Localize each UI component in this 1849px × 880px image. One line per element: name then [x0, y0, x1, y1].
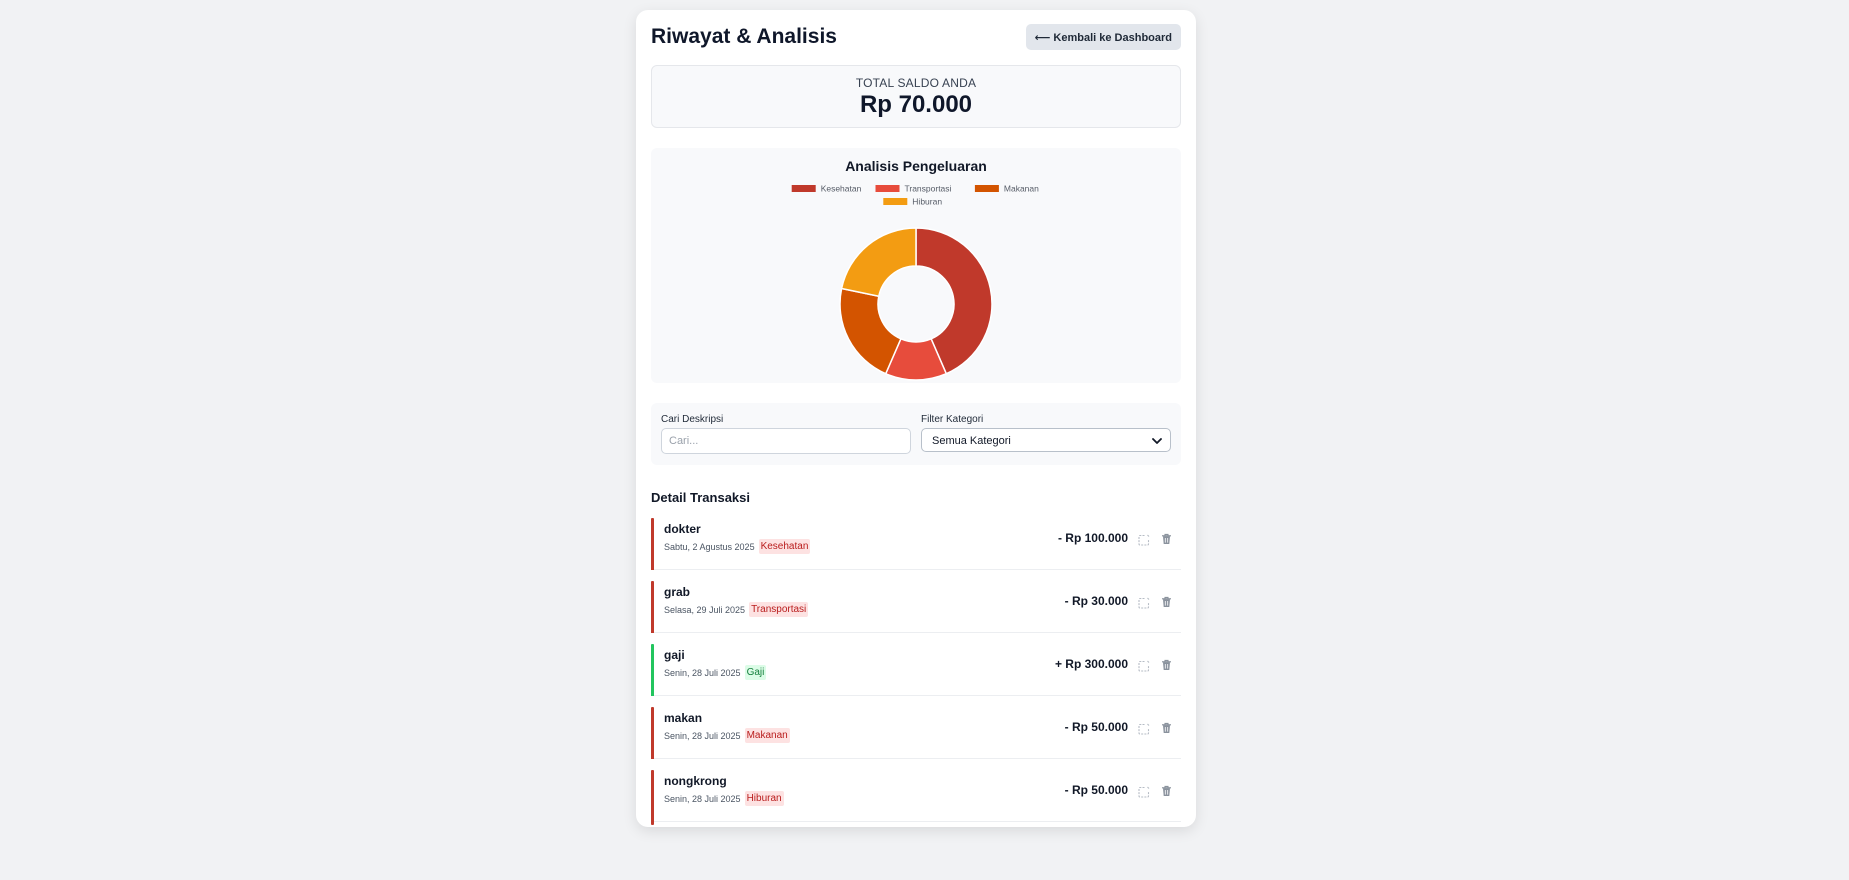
trash-icon[interactable] [1161, 595, 1172, 613]
trash-icon[interactable] [1161, 721, 1172, 739]
edit-icon[interactable] [1138, 533, 1150, 551]
transaction-title: nongkrong [664, 774, 727, 788]
trash-icon[interactable] [1161, 784, 1172, 802]
legend-swatch [883, 198, 908, 205]
chart-slice [839, 287, 902, 375]
transaction-title: makan [664, 711, 703, 725]
transactions-title: Detail Transaksi [651, 490, 750, 505]
category-badge: Hiburan [744, 791, 784, 806]
transaction-amount: - Rp 30.000 [1064, 594, 1128, 608]
legend-swatch [974, 185, 999, 192]
category-badge: Gaji [744, 665, 767, 680]
legend-label: Hiburan [912, 197, 942, 207]
category-filter-select[interactable]: Semua Kategori [921, 428, 1171, 452]
category-badge: Makanan [744, 728, 790, 743]
transaction-date: Senin, 28 Juli 2025 [664, 793, 741, 804]
transaction-date: Selasa, 29 Juli 2025 [664, 604, 746, 615]
expense-chart-panel: Analisis Pengeluaran Kesehatan Transporta… [651, 148, 1181, 383]
legend-label: Makanan [1004, 184, 1039, 194]
transaction-type-bar [651, 581, 654, 636]
transaction-amount: - Rp 50.000 [1064, 783, 1128, 797]
transaction-meta: Selasa, 29 Juli 2025 Transportasi [664, 602, 809, 617]
transaction-meta: Senin, 28 Juli 2025 Makanan [664, 728, 790, 743]
transaction-type-bar [651, 518, 654, 573]
transaction-row: makan Senin, 28 Juli 2025 Makanan - Rp 5… [651, 696, 1181, 762]
category-badge: Kesehatan [758, 539, 811, 554]
legend-label: Kesehatan [821, 184, 862, 194]
balance-summary: TOTAL SALDO ANDA Rp 70.000 [651, 65, 1181, 128]
trash-icon[interactable] [1161, 532, 1172, 550]
transaction-type-bar [651, 707, 654, 762]
transaction-meta: Senin, 28 Juli 2025 Hiburan [664, 791, 784, 806]
edit-icon[interactable] [1138, 596, 1150, 614]
page-title: Riwayat & Analisis [651, 25, 837, 48]
transaction-date: Senin, 28 Juli 2025 [664, 667, 741, 678]
transaction-row: nongkrong Senin, 28 Juli 2025 Hiburan - … [651, 759, 1181, 825]
balance-label: TOTAL SALDO ANDA [855, 76, 977, 90]
transaction-title: dokter [664, 522, 701, 536]
transaction-amount: - Rp 50.000 [1064, 720, 1128, 734]
transaction-date: Sabtu, 2 Agustus 2025 [664, 541, 755, 552]
edit-icon[interactable] [1138, 659, 1150, 677]
legend-label: Transportasi [905, 184, 952, 194]
transaction-type-bar [651, 770, 654, 825]
transaction-date: Senin, 28 Juli 2025 [664, 730, 741, 741]
transaction-title: gaji [664, 648, 685, 662]
transaction-meta: Sabtu, 2 Agustus 2025 Kesehatan [664, 539, 811, 554]
chart-slice [840, 227, 917, 298]
transaction-amount: - Rp 100.000 [1057, 531, 1128, 545]
search-label: Cari Deskripsi [661, 414, 724, 425]
transaction-row: gaji Senin, 28 Juli 2025 Gaji + Rp 300.0… [651, 633, 1181, 699]
back-to-dashboard-button[interactable]: ⟵ Kembali ke Dashboard [1025, 24, 1181, 50]
transaction-meta: Senin, 28 Juli 2025 Gaji [664, 665, 767, 680]
transaction-list: dokter Sabtu, 2 Agustus 2025 Kesehatan -… [651, 507, 1181, 825]
balance-value: Rp 70.000 [859, 91, 973, 118]
expense-donut-chart: Kesehatan Transportasi Makanan Hiburan [791, 184, 1039, 381]
transaction-row: dokter Sabtu, 2 Agustus 2025 Kesehatan -… [651, 507, 1181, 573]
transaction-type-bar [651, 644, 654, 699]
history-card: Riwayat & Analisis ⟵ Kembali ke Dashboar… [636, 10, 1196, 827]
transaction-amount: + Rp 300.000 [1054, 657, 1128, 671]
chevron-down-icon [1152, 436, 1162, 448]
search-input[interactable] [661, 428, 911, 454]
category-filter-label: Filter Kategori [921, 414, 984, 425]
filter-panel: Cari Deskripsi Filter Kategori Semua Kat… [651, 403, 1181, 465]
edit-icon[interactable] [1138, 785, 1150, 803]
trash-icon[interactable] [1161, 658, 1172, 676]
transaction-title: grab [664, 585, 691, 599]
legend-swatch [791, 185, 816, 192]
category-filter-value: Semua Kategori [932, 435, 1011, 447]
edit-icon[interactable] [1138, 722, 1150, 740]
legend-swatch [875, 185, 900, 192]
transaction-row: grab Selasa, 29 Juli 2025 Transportasi -… [651, 570, 1181, 636]
category-badge: Transportasi [749, 602, 809, 617]
